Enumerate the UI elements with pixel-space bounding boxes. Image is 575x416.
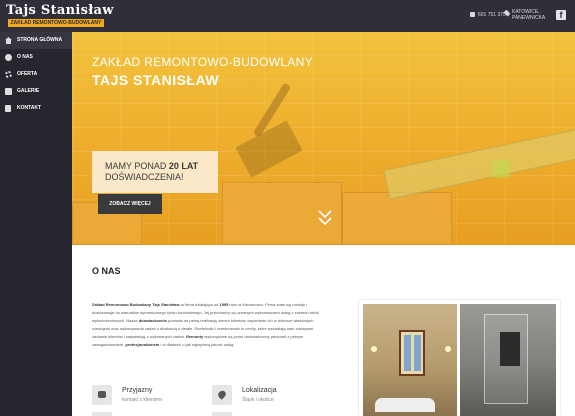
feature-subtitle: kontakt z klientem (122, 397, 163, 403)
sidebar-item-label: GALERIE (17, 88, 40, 94)
home-icon (5, 37, 12, 44)
text-bold: doświadczenie (138, 318, 167, 323)
experience-box: MAMY PONAD 20 LAT DOŚWIADCZENIA! (92, 151, 218, 193)
feature-location: Lokalizacja Śląsk i okolice (212, 385, 322, 405)
logo[interactable]: Tajs Stanisław ZAKŁAD REMONTOWO-BUDOWLAN… (6, 4, 113, 28)
feature-icon-partial (212, 412, 232, 416)
about-description: Zakład Remontowo Budowlany Tajs Stanisła… (92, 301, 324, 349)
feature-subtitle: Śląsk i okolice (242, 397, 274, 403)
see-more-button[interactable]: ZOBACZ WIĘCEJ (98, 194, 162, 214)
mirror (500, 332, 520, 366)
location-line2: PANEWNICKA (512, 15, 546, 21)
company-name: Zakład Remontowo Budowlany Tajs Stanisła… (92, 302, 180, 307)
sidebar-item-label: O NAS (17, 54, 33, 60)
contact-icon (5, 105, 11, 112)
window (399, 330, 425, 376)
sidebar-item-label: KONTAKT (17, 105, 42, 111)
hero-title: ZAKŁAD REMONTOWO-BUDOWLANY (92, 55, 313, 69)
hero-banner: ZAKŁAD REMONTOWO-BUDOWLANY TAJS STANISŁA… (72, 32, 575, 245)
facebook-icon[interactable]: f (556, 10, 566, 20)
sidebar-item-contact[interactable]: KONTAKT (0, 100, 72, 117)
text-bold: Remonty (186, 334, 204, 339)
about-section: O NAS Zakład Remontowo Budowlany Tajs St… (72, 245, 575, 416)
phone-contact[interactable]: 601 751 375 (470, 12, 506, 18)
wall-lamp (445, 346, 451, 352)
window-pane (404, 335, 411, 371)
spirit-level-vial (492, 160, 510, 178)
text-bold: profesjonalizmem (125, 342, 160, 347)
brick-block (342, 192, 452, 245)
text-segment: i w dbałości o jak najwyższą jakość usłu… (159, 342, 235, 347)
about-photos (359, 300, 560, 416)
feature-title: Przyjazny (122, 387, 153, 394)
shower-photo[interactable] (460, 304, 556, 416)
experience-prefix: MAMY PONAD (105, 161, 169, 171)
sidebar-item-label: OFERTA (17, 71, 38, 77)
experience-line2: DOŚWIADCZENIA! (105, 172, 184, 182)
chevron-down-icon[interactable] (317, 208, 333, 228)
page: Tajs Stanisław ZAKŁAD REMONTOWO-BUDOWLAN… (0, 0, 575, 416)
sidebar-item-home[interactable]: STRONA GŁÓWNA (0, 32, 72, 49)
bathtub (375, 398, 435, 412)
phone-number: 601 751 375 (478, 12, 506, 18)
hero-company-name: TAJS STANISŁAW (92, 72, 220, 88)
bathroom-photo[interactable] (363, 304, 457, 416)
location-contact[interactable]: KATOWICE, PANEWNICKA (503, 9, 546, 21)
sidebar: STRONA GŁÓWNA O NAS OFERTA GALERIE KONTA… (0, 32, 72, 416)
sidebar-item-label: STRONA GŁÓWNA (17, 37, 63, 43)
experience-years: 20 LAT (168, 161, 199, 171)
feature-title: Lokalizacja (242, 387, 277, 394)
logo-subtitle: ZAKŁAD REMONTOWO-BUDOWLANY (8, 19, 104, 27)
sidebar-item-offer[interactable]: OFERTA (0, 66, 72, 83)
wall-lamp (371, 346, 377, 352)
text-segment: to firma działająca od (179, 302, 220, 307)
section-title: O NAS (92, 266, 121, 276)
location-pin-icon (212, 385, 232, 405)
sidebar-item-about[interactable]: O NAS (0, 49, 72, 66)
gear-icon (5, 71, 12, 78)
info-icon (5, 54, 12, 61)
phone-icon (470, 12, 475, 18)
gallery-icon (5, 88, 12, 95)
top-bar: Tajs Stanisław ZAKŁAD REMONTOWO-BUDOWLAN… (0, 0, 575, 32)
logo-main-text: Tajs Stanisław (6, 3, 114, 18)
chat-icon (92, 385, 112, 405)
feature-friendly: Przyjazny kontakt z klientem (92, 385, 202, 405)
sidebar-item-gallery[interactable]: GALERIE (0, 83, 72, 100)
window-pane (414, 335, 421, 371)
feature-icon-partial (92, 412, 112, 416)
experience-line1: MAMY PONAD 20 LAT (105, 161, 218, 172)
